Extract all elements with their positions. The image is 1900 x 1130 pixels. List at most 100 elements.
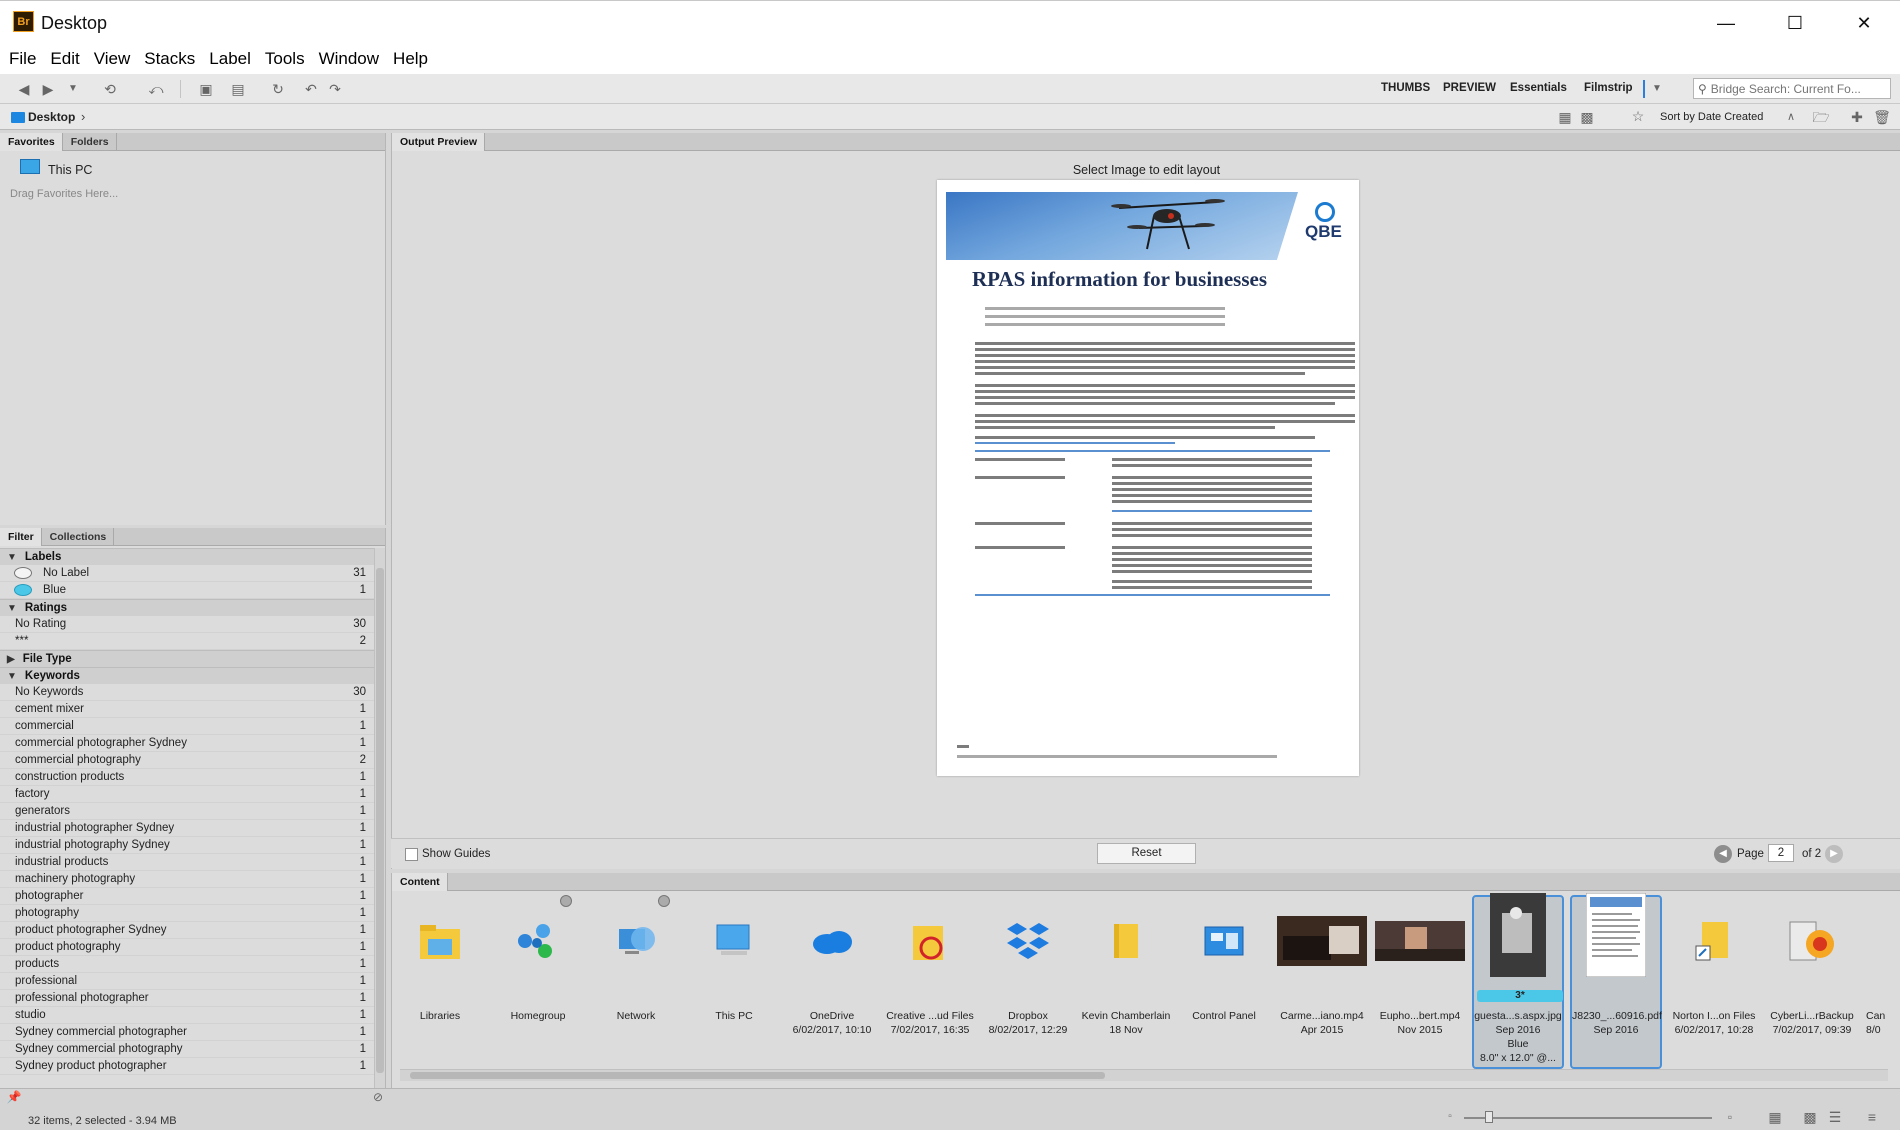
content-item-creative-cloud-files[interactable]: Creative ...ud Files 7/02/2017, 16:35 <box>884 895 976 1069</box>
menu-file[interactable]: File <box>9 49 36 69</box>
filter-row-keyword[interactable]: Sydney commercial photography 1 <box>0 1041 374 1058</box>
open-recent-folder-icon[interactable]: 🗁 <box>1811 109 1831 125</box>
refine-icon[interactable]: ▤ <box>228 81 248 97</box>
filter-row-keyword[interactable]: studio 1 <box>0 1007 374 1024</box>
rotate-left-icon[interactable]: ↶ <box>301 81 321 97</box>
view-as-details-icon[interactable]: ▩ <box>1800 1109 1820 1125</box>
trash-icon[interactable]: 🗑 <box>1872 109 1892 125</box>
previous-page-icon[interactable]: ◀ <box>1714 845 1732 863</box>
filter-row-no-label[interactable]: No Label 31 <box>0 565 374 582</box>
sort-ascending-icon[interactable]: ∧ <box>1781 109 1801 125</box>
content-item-this-pc[interactable]: This PC <box>688 895 780 1069</box>
pin-icon[interactable]: 📌 <box>4 1089 24 1105</box>
breadcrumb-desktop[interactable]: Desktop <box>28 110 75 124</box>
content-scroll-thumb[interactable] <box>410 1072 1105 1079</box>
content-item-network[interactable]: Network <box>590 895 682 1069</box>
filter-row-keyword[interactable]: industrial photography Sydney 1 <box>0 837 374 854</box>
view-as-grid-icon[interactable]: ▦ <box>1765 1109 1785 1125</box>
filter-scrollbar[interactable] <box>374 548 385 1088</box>
filter-row-no-rating[interactable]: No Rating 30 <box>0 616 374 633</box>
tab-filter[interactable]: Filter <box>0 528 42 546</box>
content-item-onedrive[interactable]: OneDrive 6/02/2017, 10:10 <box>786 895 878 1069</box>
thumbnail-size-small-icon[interactable]: ▫ <box>1440 1109 1460 1125</box>
reset-button[interactable]: Reset <box>1097 843 1196 864</box>
filter-row-keyword[interactable]: factory 1 <box>0 786 374 803</box>
filter-row-three-stars[interactable]: *** 2 <box>0 633 374 650</box>
rating-filter-star-icon[interactable]: ☆ <box>1628 108 1648 124</box>
rotate-right-icon[interactable]: ↷ <box>325 81 345 97</box>
document-page-preview[interactable]: QBE RPAS information for businesses <box>937 180 1359 776</box>
filter-row-keyword[interactable]: products 1 <box>0 956 374 973</box>
tab-folders[interactable]: Folders <box>63 133 117 151</box>
new-folder-icon[interactable]: ✚ <box>1847 109 1867 125</box>
clear-filter-icon[interactable]: ⊘ <box>368 1089 388 1105</box>
view-as-compact-list-icon[interactable]: ≡ <box>1862 1109 1882 1125</box>
filter-row-keyword[interactable]: product photography 1 <box>0 939 374 956</box>
filter-group-file-type[interactable]: ▶ File Type <box>0 650 374 667</box>
content-item-norton-files[interactable]: Norton I...on Files 6/02/2017, 10:28 <box>1668 895 1760 1069</box>
chevron-down-icon[interactable]: ▼ <box>63 81 83 97</box>
tab-output-preview[interactable]: Output Preview <box>392 133 486 151</box>
filter-row-keyword[interactable]: machinery photography 1 <box>0 871 374 888</box>
workspace-preview[interactable]: PREVIEW <box>1443 82 1496 94</box>
workspace-essentials[interactable]: Essentials <box>1510 82 1567 94</box>
forward-arrow-icon[interactable]: ▶ <box>38 81 58 97</box>
workspace-filmstrip[interactable]: Filmstrip <box>1584 82 1633 94</box>
breadcrumb-chevron-icon[interactable]: › <box>81 109 85 124</box>
menu-label[interactable]: Label <box>209 49 251 69</box>
content-item-dropbox[interactable]: Dropbox 8/02/2017, 12:29 <box>982 895 1074 1069</box>
show-guides-checkbox[interactable] <box>405 848 418 861</box>
filter-row-keyword[interactable]: product photographer Sydney 1 <box>0 922 374 939</box>
filter-row-keyword[interactable]: cement mixer 1 <box>0 701 374 718</box>
filter-row-keyword[interactable]: generators 1 <box>0 803 374 820</box>
menu-window[interactable]: Window <box>319 49 379 69</box>
content-item-rpas-pdf-selected[interactable]: J8230_...60916.pdf Sep 2016 <box>1570 893 1662 1069</box>
filter-group-ratings[interactable]: ▼ Ratings <box>0 599 374 616</box>
content-item-libraries[interactable]: Libraries <box>394 895 486 1069</box>
filter-row-keyword[interactable]: construction products 1 <box>0 769 374 786</box>
content-horizontal-scrollbar[interactable] <box>400 1069 1888 1081</box>
filter-row-keyword[interactable]: photography 1 <box>0 905 374 922</box>
workspace-thumbs[interactable]: THUMBS <box>1381 82 1430 94</box>
favorite-item-this-pc[interactable]: This PC <box>48 163 92 177</box>
sort-dropdown[interactable]: Sort by Date Created <box>1660 111 1763 123</box>
menu-tools[interactable]: Tools <box>265 49 305 69</box>
get-photos-icon[interactable]: ▣ <box>196 81 216 97</box>
open-in-camera-raw-icon[interactable]: ↻ <box>268 81 288 97</box>
thumbnail-size-slider[interactable] <box>1464 1117 1712 1119</box>
filter-scroll-thumb[interactable] <box>376 568 384 1073</box>
content-item-carmen-video[interactable]: Carme...iano.mp4 Apr 2015 <box>1276 895 1368 1069</box>
content-item-guest-image-selected[interactable]: 3* guesta...s.aspx.jpg Sep 2016 Blue 8.0… <box>1472 893 1564 1069</box>
filter-row-keyword[interactable]: commercial photography 2 <box>0 752 374 769</box>
thumbnail-quality-icon[interactable]: ▩ <box>1577 109 1597 125</box>
filter-row-keyword[interactable]: professional photographer 1 <box>0 990 374 1007</box>
next-page-icon[interactable]: ▶ <box>1825 845 1843 863</box>
tab-collections[interactable]: Collections <box>42 528 115 546</box>
page-number-input[interactable]: 2 <box>1768 844 1794 862</box>
search-box[interactable]: ⚲ <box>1693 78 1891 99</box>
filter-row-keyword[interactable]: Sydney commercial photographer 1 <box>0 1024 374 1041</box>
filter-row-keyword[interactable]: industrial photographer Sydney 1 <box>0 820 374 837</box>
content-item-kevin-chamberlain[interactable]: Kevin Chamberlain 18 Nov <box>1080 895 1172 1069</box>
menu-stacks[interactable]: Stacks <box>144 49 195 69</box>
filter-row-keyword[interactable]: photographer 1 <box>0 888 374 905</box>
grid-view-icon[interactable]: ▦ <box>1555 109 1575 125</box>
filter-row-keyword[interactable]: commercial photographer Sydney 1 <box>0 735 374 752</box>
menu-help[interactable]: Help <box>393 49 428 69</box>
back-arrow-icon[interactable]: ◀ <box>14 81 34 97</box>
view-as-list-icon[interactable]: ☰ <box>1825 1109 1845 1125</box>
content-item-control-panel[interactable]: Control Panel <box>1178 895 1270 1069</box>
filter-row-blue[interactable]: Blue 1 <box>0 582 374 599</box>
filter-row-keyword[interactable]: commercial 1 <box>0 718 374 735</box>
menu-edit[interactable]: Edit <box>50 49 79 69</box>
search-input[interactable] <box>1710 81 1886 96</box>
maximize-button[interactable]: ☐ <box>1772 7 1818 39</box>
filter-group-keywords[interactable]: ▼ Keywords <box>0 667 374 684</box>
filter-row-keyword[interactable]: No Keywords 30 <box>0 684 374 701</box>
filter-row-keyword[interactable]: professional 1 <box>0 973 374 990</box>
content-item-partially-visible[interactable]: Can 8/0 <box>1864 895 1889 1069</box>
workspace-menu-chevron-icon[interactable]: ▼ <box>1647 81 1667 97</box>
recent-history-icon[interactable]: ⟲ <box>100 81 120 97</box>
close-button[interactable]: ✕ <box>1841 7 1887 39</box>
thumbnail-size-slider-handle[interactable] <box>1485 1111 1493 1123</box>
